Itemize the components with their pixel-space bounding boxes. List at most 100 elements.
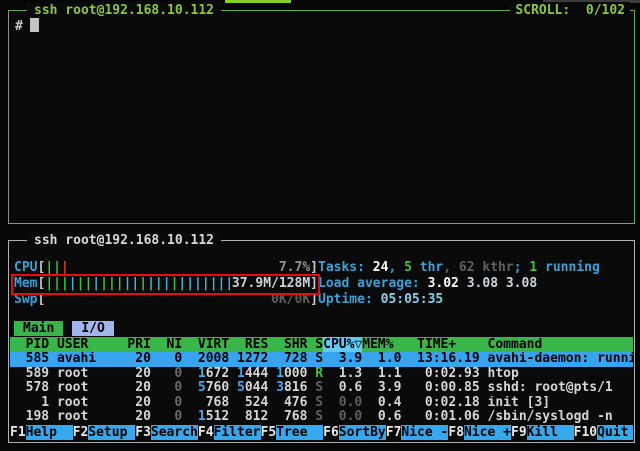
cell-shr: 476	[268, 396, 307, 410]
fkey-label-f5-tree[interactable]: Tree	[276, 425, 323, 440]
cell-shr: 728	[268, 352, 307, 366]
fkey-f5-tree[interactable]: F5	[261, 425, 277, 440]
process-row[interactable]: 585 avahi 20 0 2008 1272 728 S 3.9 1.0 1…	[10, 352, 633, 367]
cell-mem: 3.9	[362, 381, 401, 395]
fkey-label-f6-sortby[interactable]: SortBy	[339, 425, 386, 440]
shell-prompt-line: #	[15, 18, 39, 36]
fkey-f8-nice[interactable]: F8	[448, 425, 464, 440]
fkey-label-f10-quit[interactable]: Quit	[597, 425, 633, 440]
cell-ni: 0	[151, 352, 182, 366]
fkey-label-f3-search[interactable]: Search	[151, 425, 198, 440]
cell-shr: 768	[268, 410, 307, 424]
cell-pri: 20	[127, 352, 150, 366]
cell-ni: 0	[151, 410, 182, 424]
column-header-pid[interactable]: PID	[10, 337, 49, 352]
cell-time: 0:00.85	[401, 381, 479, 395]
column-header-time[interactable]: TIME+	[401, 337, 479, 352]
fkey-f3-search[interactable]: F3	[135, 425, 151, 440]
shell-prompt: #	[15, 19, 23, 34]
fkey-f10-quit[interactable]: F10	[574, 425, 597, 440]
fkey-label-f1-help[interactable]: Help	[26, 425, 73, 440]
process-table: 585 avahi 20 0 2008 1272 728 S 3.9 1.0 1…	[10, 352, 633, 425]
process-row[interactable]: 589 root 20 0 1672 1444 1000 R 1.3 1.1 0…	[10, 367, 633, 382]
fkey-f9-kill[interactable]: F9	[511, 425, 527, 440]
cell-mem: 1.0	[362, 352, 401, 366]
cell-command: init [3]	[480, 396, 550, 410]
cell-cpu: 0.0	[323, 410, 362, 424]
tab-io[interactable]: I/O	[72, 321, 113, 336]
scroll-indicator: SCROLL: 0/102	[510, 2, 630, 19]
top-green-progress-fragment	[225, 0, 291, 3]
fkey-label-f8-nice[interactable]: Nice +	[464, 425, 511, 440]
cell-pri: 20	[127, 410, 150, 424]
column-header-virt[interactable]: VIRT	[182, 337, 229, 352]
htop-view: CPU[|||7.7%]Mem[||||||||||||||||||||||||…	[9, 241, 634, 442]
fkey-f2-setup[interactable]: F2	[73, 425, 89, 440]
fkey-label-f4-filter[interactable]: Filter	[214, 425, 261, 440]
cell-cpu: 0.0	[323, 396, 362, 410]
cell-virt: 768	[182, 396, 229, 410]
cell-pid: 1	[10, 396, 49, 410]
tasks-line: Tasks: 24, 5 thr, 62 kthr; 1 running	[318, 260, 631, 276]
column-header-mem[interactable]: MEM%	[362, 337, 401, 352]
pane-top-shell[interactable]: ssh root@192.168.10.112 SCROLL: 0/102 #	[8, 10, 635, 224]
cell-ni: 0	[151, 367, 182, 381]
cell-time: 13:16.19	[401, 352, 479, 366]
cell-cpu: 0.6	[323, 381, 362, 395]
cell-command: avahi-daemon: running	[480, 352, 633, 366]
fkey-f4-filter[interactable]: F4	[198, 425, 214, 440]
cell-command: sshd: root@pts/1	[480, 381, 613, 395]
cell-res: 1444	[229, 367, 268, 381]
process-row[interactable]: 1 root 20 0 768 524 476 S 0.0 0.4 0:02.1…	[10, 396, 633, 411]
pane-bottom-htop[interactable]: ssh root@192.168.10.112 CPU[|||7.7%]Mem[…	[8, 240, 635, 443]
cell-mem: 1.1	[362, 367, 401, 381]
cell-shr: 1000	[268, 367, 307, 381]
cell-res: 1272	[229, 352, 268, 366]
terminal-cursor	[30, 18, 39, 32]
cell-state: R	[307, 367, 323, 381]
column-header-cpu[interactable]: CPU%▽	[323, 337, 362, 352]
cell-state: S	[307, 381, 323, 395]
cell-virt: 5760	[182, 381, 229, 395]
column-header-ni[interactable]: NI	[151, 337, 182, 352]
cell-pid: 198	[10, 410, 49, 424]
tab-main[interactable]: Main	[14, 321, 63, 336]
cell-state: S	[307, 410, 323, 424]
function-key-bar: F1Help F2Setup F3SearchF4FilterF5Tree F6…	[10, 425, 633, 440]
process-row[interactable]: 578 root 20 0 5760 5044 3816 S 0.6 3.9 0…	[10, 381, 633, 396]
fkey-f1-help[interactable]: F1	[10, 425, 26, 440]
cell-user: root	[49, 410, 127, 424]
cell-time: 0:02.93	[401, 367, 479, 381]
htop-tabs: Main I/O	[14, 321, 114, 336]
process-row[interactable]: 198 root 20 0 1512 812 768 S 0.0 0.6 0:0…	[10, 410, 633, 425]
fkey-label-f2-setup[interactable]: Setup	[88, 425, 135, 440]
cell-time: 0:01.06	[401, 410, 479, 424]
cell-pri: 20	[127, 367, 150, 381]
cell-user: root	[49, 381, 127, 395]
fkey-label-f7-nice[interactable]: Nice -	[401, 425, 448, 440]
cell-pri: 20	[127, 381, 150, 395]
column-header-pri[interactable]: PRI	[127, 337, 150, 352]
cell-user: root	[49, 396, 127, 410]
column-header-shr[interactable]: SHR	[268, 337, 307, 352]
cell-command: htop	[480, 367, 519, 381]
fkey-f7-nice[interactable]: F7	[386, 425, 402, 440]
cell-pid: 589	[10, 367, 49, 381]
column-header-user[interactable]: USER	[49, 337, 127, 352]
cell-command: /sbin/syslogd -n	[480, 410, 613, 424]
column-header-res[interactable]: RES	[229, 337, 268, 352]
column-header-state[interactable]: S	[307, 337, 323, 352]
load-average-line: Load average: 3.02 3.08 3.08	[318, 276, 631, 292]
cell-pid: 578	[10, 381, 49, 395]
fkey-f6-sortby[interactable]: F6	[323, 425, 339, 440]
cell-res: 5044	[229, 381, 268, 395]
column-header-command[interactable]: Command	[480, 337, 543, 352]
cell-cpu: 3.9	[323, 352, 362, 366]
cell-virt: 1512	[182, 410, 229, 424]
cell-user: avahi	[49, 352, 127, 366]
cell-pid: 585	[10, 352, 49, 366]
cell-state: S	[307, 352, 323, 366]
cell-state: S	[307, 396, 323, 410]
fkey-label-f9-kill[interactable]: Kill	[527, 425, 574, 440]
cell-ni: 0	[151, 396, 182, 410]
